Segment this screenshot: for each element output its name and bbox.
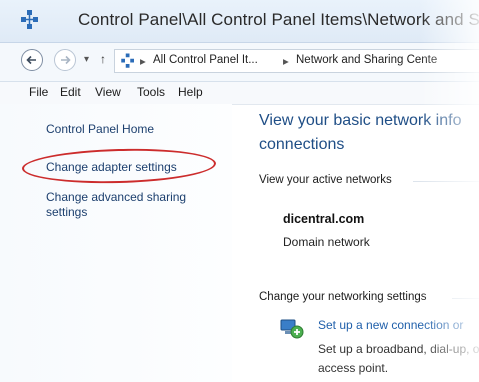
sidebar-link-control-panel-home[interactable]: Control Panel Home	[46, 122, 154, 137]
address-separator[interactable]: ▸	[140, 54, 146, 68]
address-row: ▾ ↑ ▸ All Control Panel It... ▸ Network …	[0, 43, 479, 82]
title-bar: Control Panel\All Control Panel Items\Ne…	[0, 0, 479, 43]
back-arrow-icon	[26, 55, 36, 65]
up-button[interactable]: ↑	[100, 52, 106, 66]
menu-file[interactable]: File	[29, 85, 48, 99]
network-setup-icon	[279, 315, 305, 341]
menu-edit[interactable]: Edit	[60, 85, 81, 99]
recent-locations-button[interactable]: ▾	[84, 54, 89, 65]
setup-new-connection-link[interactable]: Set up a new connection or	[318, 318, 463, 332]
back-button[interactable]	[21, 49, 43, 71]
menu-help[interactable]: Help	[178, 85, 203, 99]
forward-arrow-icon	[61, 55, 71, 65]
page-title: View your basic network info connections	[259, 112, 462, 153]
change-settings-label: Change your networking settings	[259, 291, 427, 303]
setup-new-connection-description: Set up a broadband, dial-up, or access p…	[318, 342, 479, 375]
address-segment-control-panel[interactable]: All Control Panel It...	[153, 54, 258, 66]
section-divider	[452, 298, 479, 299]
left-pane	[0, 104, 232, 382]
network-type: Domain network	[283, 235, 370, 249]
sidebar-link-change-adapter-settings[interactable]: Change adapter settings	[46, 160, 177, 175]
address-separator[interactable]: ▸	[283, 54, 289, 68]
menu-tools[interactable]: Tools	[137, 85, 165, 99]
sidebar-link-change-advanced-sharing[interactable]: Change advanced sharing settings	[46, 190, 206, 220]
network-icon	[119, 52, 137, 70]
network-name: dicentral.com	[283, 212, 365, 226]
menu-bar: File Edit View Tools Help	[0, 82, 479, 105]
forward-button[interactable]	[54, 49, 76, 71]
address-segment-network-sharing[interactable]: Network and Sharing Cente	[296, 54, 437, 66]
active-networks-label: View your active networks	[259, 174, 392, 186]
window-title: Control Panel\All Control Panel Items\Ne…	[78, 10, 479, 29]
address-bar[interactable]: ▸ All Control Panel It... ▸ Network and …	[114, 49, 479, 73]
menu-view[interactable]: View	[95, 85, 121, 99]
network-icon	[18, 9, 42, 31]
section-divider	[413, 181, 479, 182]
